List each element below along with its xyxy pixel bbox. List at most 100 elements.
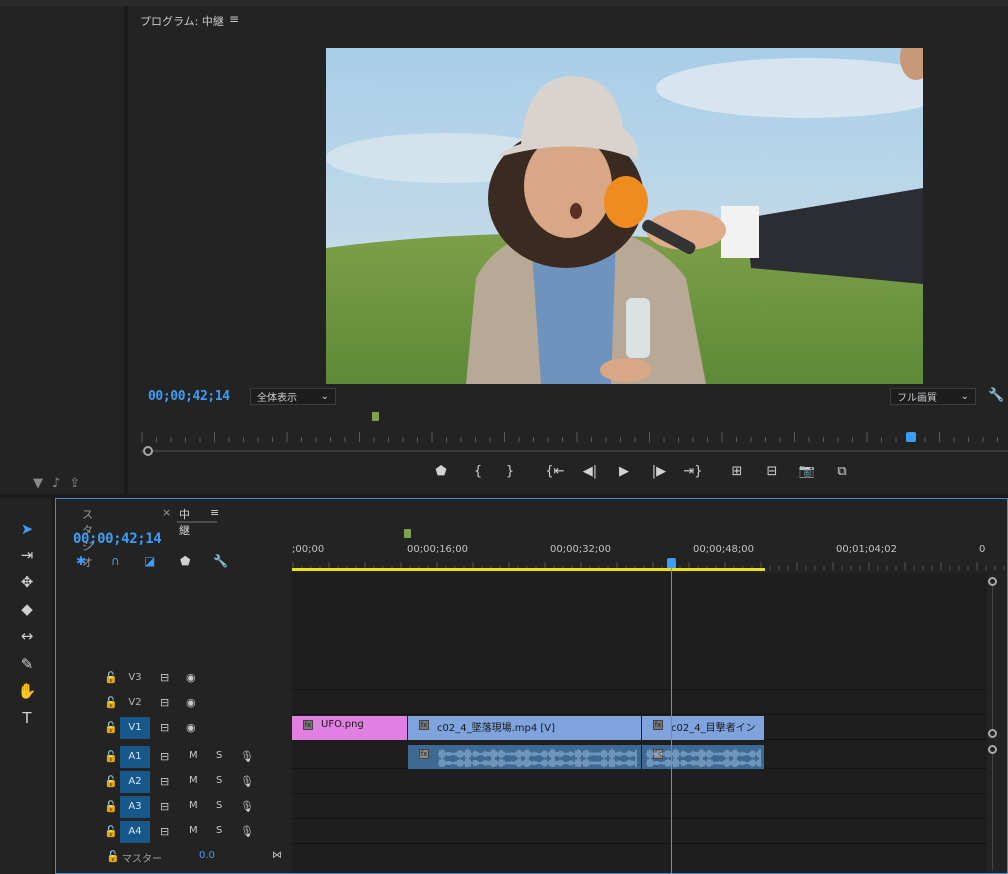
track-name[interactable]: V2 — [120, 692, 150, 714]
master-label: マスター — [122, 854, 162, 865]
lock-icon[interactable]: 🔓 — [106, 850, 120, 863]
extract-icon[interactable]: ⊟ — [761, 464, 783, 479]
sync-lock-icon[interactable]: ⊟ — [160, 696, 169, 709]
eye-icon[interactable]: ◉ — [186, 721, 196, 734]
go-to-out-icon[interactable]: ⇥} — [682, 464, 704, 479]
filter-icon[interactable]: ▼ — [33, 476, 43, 491]
lock-icon[interactable]: 🔓 — [104, 750, 118, 763]
track-name[interactable]: A1 — [120, 746, 150, 768]
monitor-zoom-handle[interactable] — [143, 446, 153, 456]
lock-icon[interactable]: 🔓 — [104, 800, 118, 813]
lock-icon[interactable]: 🔓 — [104, 671, 118, 684]
eye-icon[interactable]: ◉ — [186, 671, 196, 684]
microphone-icon[interactable]: 🎙 — [240, 775, 254, 788]
sync-lock-icon[interactable]: ⊟ — [160, 825, 169, 838]
pen-tool-icon[interactable]: ✎ — [16, 653, 38, 675]
microphone-icon[interactable]: 🎙 — [240, 750, 254, 763]
export-frame-icon[interactable]: 📷 — [796, 464, 818, 479]
type-tool-icon[interactable]: T — [16, 707, 38, 729]
track-name[interactable]: A3 — [120, 796, 150, 818]
solo-button[interactable]: S — [216, 750, 222, 761]
track-name[interactable]: A2 — [120, 771, 150, 793]
clip-crash-site[interactable]: fx c02_4_墜落現場.mp4 [V] — [408, 716, 641, 740]
play-icon[interactable]: ▶ — [613, 464, 635, 479]
sync-lock-icon[interactable]: ⊟ — [160, 750, 169, 763]
sync-lock-icon[interactable]: ⊟ — [160, 800, 169, 813]
go-to-in-icon[interactable]: {⇤ — [544, 464, 566, 479]
monitor-playhead[interactable] — [906, 432, 916, 442]
monitor-ruler[interactable] — [140, 428, 1008, 446]
mute-button[interactable]: M — [189, 800, 198, 811]
timeline-ruler[interactable]: ;00;00 00;00;16;00 00;00;32;00 00;00;48;… — [292, 544, 1008, 556]
ruler-label: 00;00;48;00 — [693, 544, 755, 555]
monitor-zoom-bar[interactable] — [141, 450, 1008, 452]
razor-tool-icon[interactable]: ◆ — [16, 598, 38, 620]
export-icon[interactable]: ⇪ — [69, 476, 80, 491]
mute-button[interactable]: M — [189, 775, 198, 786]
step-forward-icon[interactable]: |▶ — [648, 464, 670, 479]
solo-button[interactable]: S — [216, 825, 222, 836]
step-back-icon[interactable]: ◀| — [579, 464, 601, 479]
comparison-view-icon[interactable]: ⧉ — [831, 464, 853, 479]
mark-in-icon[interactable]: { — [467, 464, 489, 479]
resolution-dropdown[interactable]: フル画質 ⌄ — [890, 388, 976, 405]
sync-lock-icon[interactable]: ⊟ — [160, 671, 169, 684]
audio-clip-witness[interactable]: fx — [642, 745, 764, 769]
lift-icon[interactable]: ⊞ — [726, 464, 748, 479]
hand-tool-icon[interactable]: ✋ — [16, 680, 38, 702]
marker-icon[interactable] — [372, 412, 379, 421]
marker-icon[interactable] — [404, 529, 411, 538]
resolution-value: フル画質 — [897, 393, 937, 404]
vertical-scrollbar[interactable] — [988, 573, 997, 873]
clip-witness-interview[interactable]: fx c02_4_目撃者イン — [642, 716, 764, 740]
eye-icon[interactable]: ◉ — [186, 696, 196, 709]
microphone-icon[interactable]: 🎙 — [240, 825, 254, 838]
track-row-a4: 🔓 A4 ⊟ M S 🎙 — [56, 820, 987, 844]
ruler-label: 00;01;04;02 — [836, 544, 898, 555]
solo-button[interactable]: S — [216, 800, 222, 811]
sync-lock-icon[interactable]: ⊟ — [160, 775, 169, 788]
timeline-settings-icon[interactable]: 🔧 — [213, 554, 228, 568]
mute-button[interactable]: M — [189, 750, 198, 761]
program-monitor-title[interactable]: プログラム: 中継 — [140, 13, 224, 29]
lock-icon[interactable]: 🔓 — [104, 696, 118, 709]
close-icon[interactable]: × — [162, 506, 171, 519]
zoom-dropdown[interactable]: 全体表示 ⌄ — [250, 388, 336, 405]
lock-icon[interactable]: 🔓 — [104, 825, 118, 838]
panel-menu-icon[interactable]: ≡ — [229, 12, 239, 26]
selection-tool-icon[interactable]: ➤ — [16, 518, 38, 540]
ruler-label: ;00;00 — [292, 544, 325, 555]
slip-tool-icon[interactable]: ↔ — [16, 625, 38, 647]
scroll-handle-top[interactable] — [988, 745, 997, 754]
track-name[interactable]: V1 — [120, 717, 150, 739]
master-volume[interactable]: 0.0 — [199, 850, 215, 861]
snap-icon[interactable]: ∩ — [111, 554, 120, 568]
mute-button[interactable]: M — [189, 825, 198, 836]
add-marker-icon[interactable]: ⬟ — [430, 464, 452, 479]
audio-clip-crash-site[interactable]: fx — [408, 745, 641, 769]
program-timecode[interactable]: 00;00;42;14 — [148, 389, 230, 404]
clip-ufo[interactable]: fx UFO.png — [292, 716, 407, 740]
track-name[interactable]: A4 — [120, 821, 150, 843]
settings-wrench-icon[interactable]: 🔧 — [988, 388, 1004, 403]
panel-menu-icon[interactable]: ≡ — [210, 506, 219, 519]
scroll-handle-top[interactable] — [988, 577, 997, 586]
timeline-timecode[interactable]: 00;00;42;14 — [73, 531, 162, 547]
lock-icon[interactable]: 🔓 — [104, 775, 118, 788]
scroll-handle-bottom[interactable] — [988, 729, 997, 738]
sync-lock-icon[interactable]: ⊟ — [160, 721, 169, 734]
microphone-icon[interactable]: 🎙 — [240, 800, 254, 813]
new-bin-icon[interactable]: ♪ — [52, 476, 60, 491]
ripple-edit-tool-icon[interactable]: ✥ — [16, 571, 38, 593]
nest-icon[interactable]: ✱ — [76, 554, 86, 568]
solo-button[interactable]: S — [216, 775, 222, 786]
track-name[interactable]: V3 — [120, 667, 150, 689]
lock-icon[interactable]: 🔓 — [104, 721, 118, 734]
track-select-tool-icon[interactable]: ⇥ — [16, 544, 38, 566]
linked-selection-icon[interactable]: ◪ — [144, 554, 155, 568]
add-marker-icon[interactable]: ⬟ — [180, 554, 190, 568]
work-area-bar[interactable] — [292, 568, 765, 571]
fx-badge-icon: fx — [653, 720, 663, 730]
go-to-end-icon[interactable]: ⋈ — [272, 850, 282, 861]
mark-out-icon[interactable]: } — [499, 464, 521, 479]
